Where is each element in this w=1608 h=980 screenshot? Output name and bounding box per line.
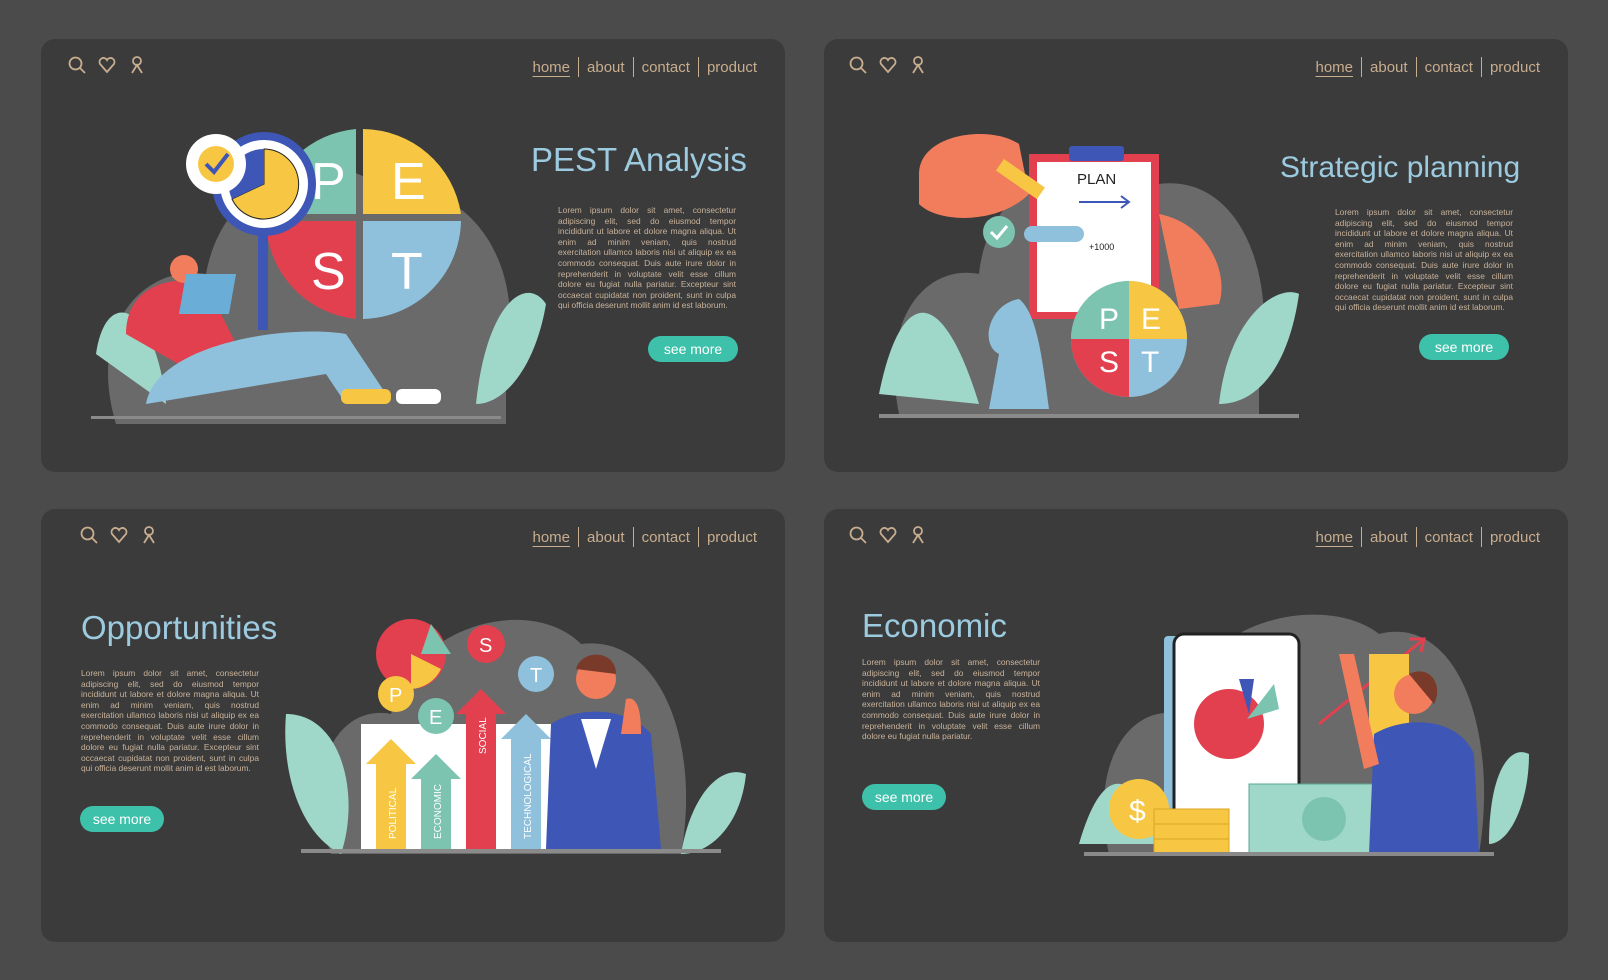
nav-contact[interactable]: contact [1417,529,1481,546]
see-more-button[interactable]: see more [1419,334,1509,360]
user-icon[interactable] [908,525,928,545]
wheel-letter-e: E [1141,303,1161,336]
card-title: Economic [862,607,1007,644]
pest-letter-s: S [311,243,346,301]
header-icons [848,55,928,75]
nav-contact[interactable]: contact [1417,59,1481,76]
nav-about[interactable]: about [1362,529,1416,546]
nav-about[interactable]: about [579,529,633,546]
nav-home[interactable]: home [1308,529,1362,546]
card-pest-analysis: home about contact product P E S T PEST … [41,39,785,472]
user-icon[interactable] [139,525,159,545]
svg-text:SOCIAL: SOCIAL [478,717,489,754]
top-nav: home about contact product [1308,527,1549,547]
search-icon[interactable] [79,525,99,545]
wheel-letter-p: P [1099,303,1119,336]
nav-home[interactable]: home [1308,59,1362,76]
nav-about[interactable]: about [579,59,633,76]
card-title: PEST Analysis [531,141,747,178]
header-icons [67,55,147,75]
nav-product[interactable]: product [1482,529,1548,546]
card-body-text: Lorem ipsum dolor sit amet, consectetur … [1335,207,1513,313]
card-opportunities: home about contact product POLITICAL ECO… [41,509,785,942]
card-strategic-planning: home about contact product PLAN +1000 P … [824,39,1568,472]
nav-home[interactable]: home [525,59,579,76]
user-icon[interactable] [908,55,928,75]
nav-contact[interactable]: contact [634,59,698,76]
card-title: Opportunities [81,609,278,646]
search-icon[interactable] [848,55,868,75]
top-nav: home about contact product [1308,57,1549,77]
svg-text:E: E [429,707,442,729]
top-nav: home about contact product [525,57,766,77]
see-more-button[interactable]: see more [648,336,738,362]
nav-home[interactable]: home [525,529,579,546]
plan-label: PLAN [1077,171,1116,188]
wheel-letter-s: S [1099,346,1119,379]
header-icons [79,525,159,545]
plus-1000-label: +1000 [1089,242,1114,252]
strategic-planning-illustration: PLAN +1000 P E S T [879,134,1299,418]
nav-product[interactable]: product [699,529,765,546]
pest-illustration: P E S T [91,129,546,424]
pest-letter-e: E [391,153,426,211]
search-icon[interactable] [67,55,87,75]
heart-icon[interactable] [109,525,129,545]
heart-icon[interactable] [878,525,898,545]
nav-about[interactable]: about [1362,59,1416,76]
nav-contact[interactable]: contact [634,529,698,546]
card-body-text: Lorem ipsum dolor sit amet, consectetur … [558,205,736,311]
see-more-button[interactable]: see more [80,806,164,832]
card-body-text: Lorem ipsum dolor sit amet, consectetur … [81,668,259,774]
top-nav: home about contact product [525,527,766,547]
heart-icon[interactable] [97,55,117,75]
svg-text:S: S [479,635,492,657]
nav-product[interactable]: product [699,59,765,76]
pest-letter-p: P [311,153,346,211]
svg-text:ECONOMIC: ECONOMIC [433,784,444,839]
svg-text:POLITICAL: POLITICAL [388,787,399,839]
heart-icon[interactable] [878,55,898,75]
user-icon[interactable] [127,55,147,75]
see-more-button[interactable]: see more [862,784,946,810]
card-body-text: Lorem ipsum dolor sit amet, consectetur … [862,657,1040,742]
svg-text:P: P [389,685,402,707]
nav-product[interactable]: product [1482,59,1548,76]
economic-illustration: $ [1079,614,1529,856]
pest-letter-t: T [391,243,423,301]
man-figure [1369,722,1479,854]
wheel-letter-t: T [1141,346,1159,379]
svg-text:T: T [530,665,542,687]
opportunities-illustration: POLITICAL ECONOMIC SOCIAL TECHNOLOGICAL … [285,619,746,854]
svg-text:$: $ [1129,795,1146,828]
svg-text:TECHNOLOGICAL: TECHNOLOGICAL [523,753,534,839]
card-title: Strategic planning [1280,151,1521,184]
header-icons [848,525,928,545]
search-icon[interactable] [848,525,868,545]
card-economic: home about contact product $ Economic Lo… [824,509,1568,942]
